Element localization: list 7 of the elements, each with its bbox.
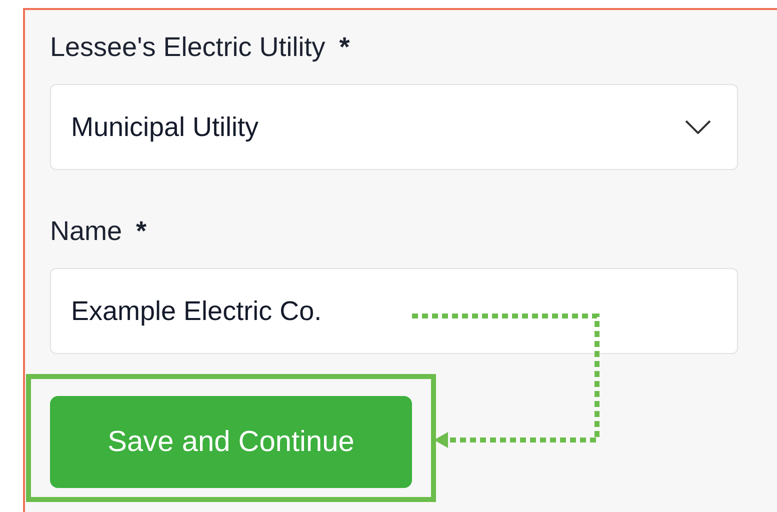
chevron-down-icon — [685, 120, 711, 134]
field-label: Name — [50, 216, 122, 247]
required-mark: * — [136, 216, 147, 247]
name-input-field[interactable]: Example Electric Co. — [50, 268, 738, 354]
utility-select[interactable]: Municipal Utility — [50, 84, 738, 170]
field-label: Lessee's Electric Utility — [50, 32, 326, 63]
required-mark: * — [339, 32, 350, 63]
